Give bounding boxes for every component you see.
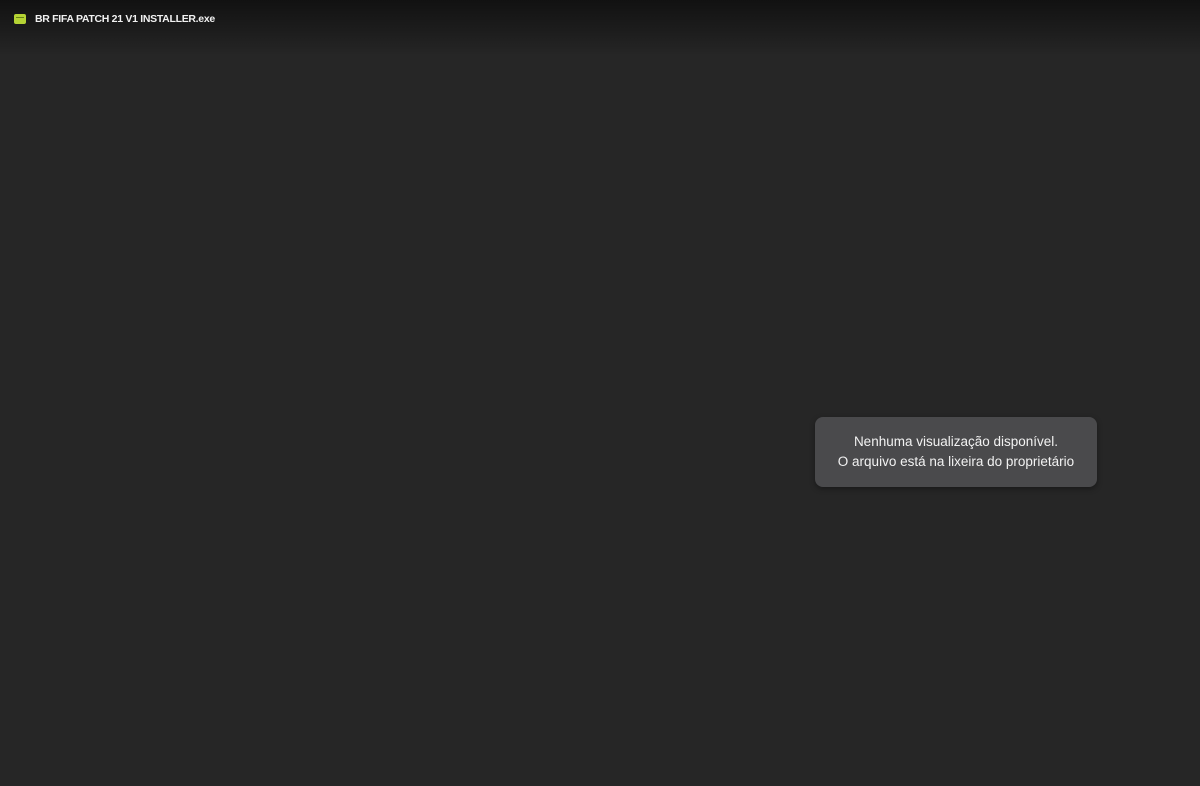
- file-name-title: BR FIFA PATCH 21 V1 INSTALLER.exe: [35, 13, 215, 25]
- no-preview-notice: Nenhuma visualização disponível. O arqui…: [815, 417, 1097, 487]
- executable-file-icon: [14, 14, 26, 24]
- trash-status-message: O arquivo está na lixeira do proprietári…: [837, 454, 1075, 469]
- file-preview-viewer: BR FIFA PATCH 21 V1 INSTALLER.exe Nenhum…: [0, 0, 1200, 786]
- top-bar: BR FIFA PATCH 21 V1 INSTALLER.exe: [0, 0, 1200, 56]
- no-preview-message: Nenhuma visualização disponível.: [853, 434, 1059, 449]
